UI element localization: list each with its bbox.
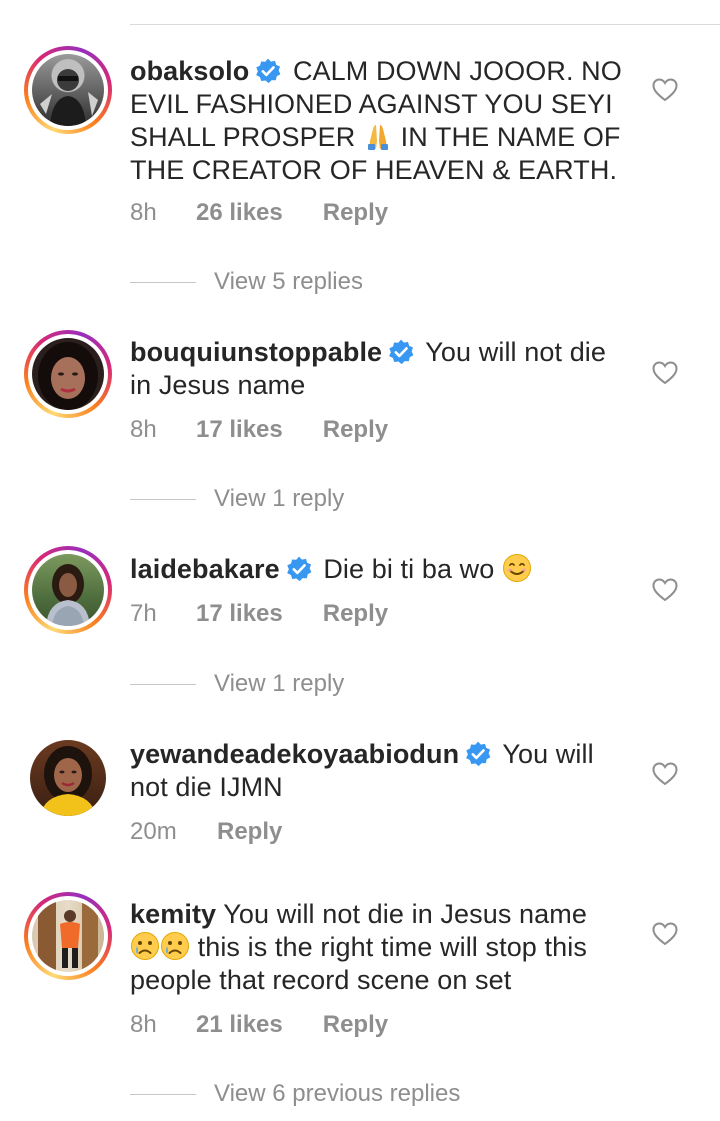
comment-username[interactable]: yewandeadekoyaabiodun xyxy=(130,739,459,769)
comment-text: EVIL FASHIONED AGAINST YOU SEYI xyxy=(130,89,613,119)
view-replies-button[interactable]: View 6 previous replies xyxy=(130,1080,460,1108)
reply-button[interactable]: Reply xyxy=(323,416,388,444)
likes-count[interactable]: 26 likes xyxy=(196,199,283,227)
avatar xyxy=(32,554,104,626)
likes-count[interactable]: 17 likes xyxy=(196,416,283,444)
replies-divider-line xyxy=(130,498,196,500)
comment-timestamp: 20m xyxy=(130,818,177,845)
heart-icon[interactable] xyxy=(652,922,678,946)
crying-face-icon xyxy=(161,932,189,960)
comment-text: people that record scene on set xyxy=(130,965,512,995)
comment-text: You will xyxy=(502,739,594,769)
avatar-story-ring[interactable] xyxy=(24,546,112,634)
comment-text: You will not die in Jesus name xyxy=(223,899,587,929)
comment-text: SHALL PROSPER xyxy=(130,122,356,152)
avatar[interactable] xyxy=(30,740,106,816)
likes-count[interactable]: 21 likes xyxy=(196,1011,283,1039)
replies-divider-line xyxy=(130,683,196,685)
comment-timestamp: 8h xyxy=(130,416,157,443)
view-replies-label: View 5 replies xyxy=(214,268,363,295)
replies-divider-line xyxy=(130,1093,196,1095)
comment-username[interactable]: kemity xyxy=(130,899,216,929)
view-replies-button[interactable]: View 5 replies xyxy=(130,268,363,296)
avatar-story-ring[interactable] xyxy=(24,46,112,134)
comment-text: IN THE NAME OF xyxy=(400,122,621,152)
verified-badge-icon xyxy=(466,741,491,767)
comment-text: CALM DOWN JOOOR. NO xyxy=(292,56,622,86)
view-replies-button[interactable]: View 1 reply xyxy=(130,485,344,513)
reply-button[interactable]: Reply xyxy=(217,818,282,846)
reply-button[interactable]: Reply xyxy=(323,600,388,628)
view-replies-label: View 6 previous replies xyxy=(214,1080,461,1107)
comment-text: You will not die xyxy=(425,337,607,367)
top-divider xyxy=(130,24,720,25)
comment-timestamp: 8h xyxy=(130,1011,157,1038)
avatar-story-ring[interactable] xyxy=(24,330,112,418)
heart-icon[interactable] xyxy=(652,78,678,102)
comment-username[interactable]: obaksolo xyxy=(130,56,249,86)
verified-badge-icon xyxy=(389,339,414,365)
heart-icon[interactable] xyxy=(652,762,678,786)
comment-text: Die bi ti ba wo xyxy=(323,554,495,584)
reply-button[interactable]: Reply xyxy=(323,199,388,227)
comment-text: not die IJMN xyxy=(130,772,283,802)
view-replies-button[interactable]: View 1 reply xyxy=(130,670,344,698)
comment-username[interactable]: bouquiunstoppable xyxy=(130,337,382,367)
view-replies-label: View 1 reply xyxy=(214,485,345,512)
heart-icon[interactable] xyxy=(652,578,678,602)
avatar xyxy=(32,900,104,972)
comment-text: THE CREATOR OF HEAVEN & EARTH. xyxy=(130,155,618,185)
comment-timestamp: 7h xyxy=(130,600,157,627)
verified-badge-icon xyxy=(256,58,281,84)
view-replies-label: View 1 reply xyxy=(214,670,345,697)
comment-text: this is the right time will stop this xyxy=(197,932,587,962)
avatar xyxy=(32,338,104,410)
reply-button[interactable]: Reply xyxy=(323,1011,388,1039)
comment-text: in Jesus name xyxy=(130,370,306,400)
crying-face-icon xyxy=(131,932,159,960)
comment-username[interactable]: laidebakare xyxy=(130,554,280,584)
avatar xyxy=(32,54,104,126)
replies-divider-line xyxy=(130,281,196,283)
heart-icon[interactable] xyxy=(652,361,678,385)
folded-hands-icon xyxy=(368,125,388,150)
smiling-face-icon xyxy=(503,554,532,582)
avatar-story-ring[interactable] xyxy=(24,892,112,980)
comment-timestamp: 8h xyxy=(130,199,157,226)
likes-count[interactable]: 17 likes xyxy=(196,600,283,628)
verified-badge-icon xyxy=(286,556,312,582)
